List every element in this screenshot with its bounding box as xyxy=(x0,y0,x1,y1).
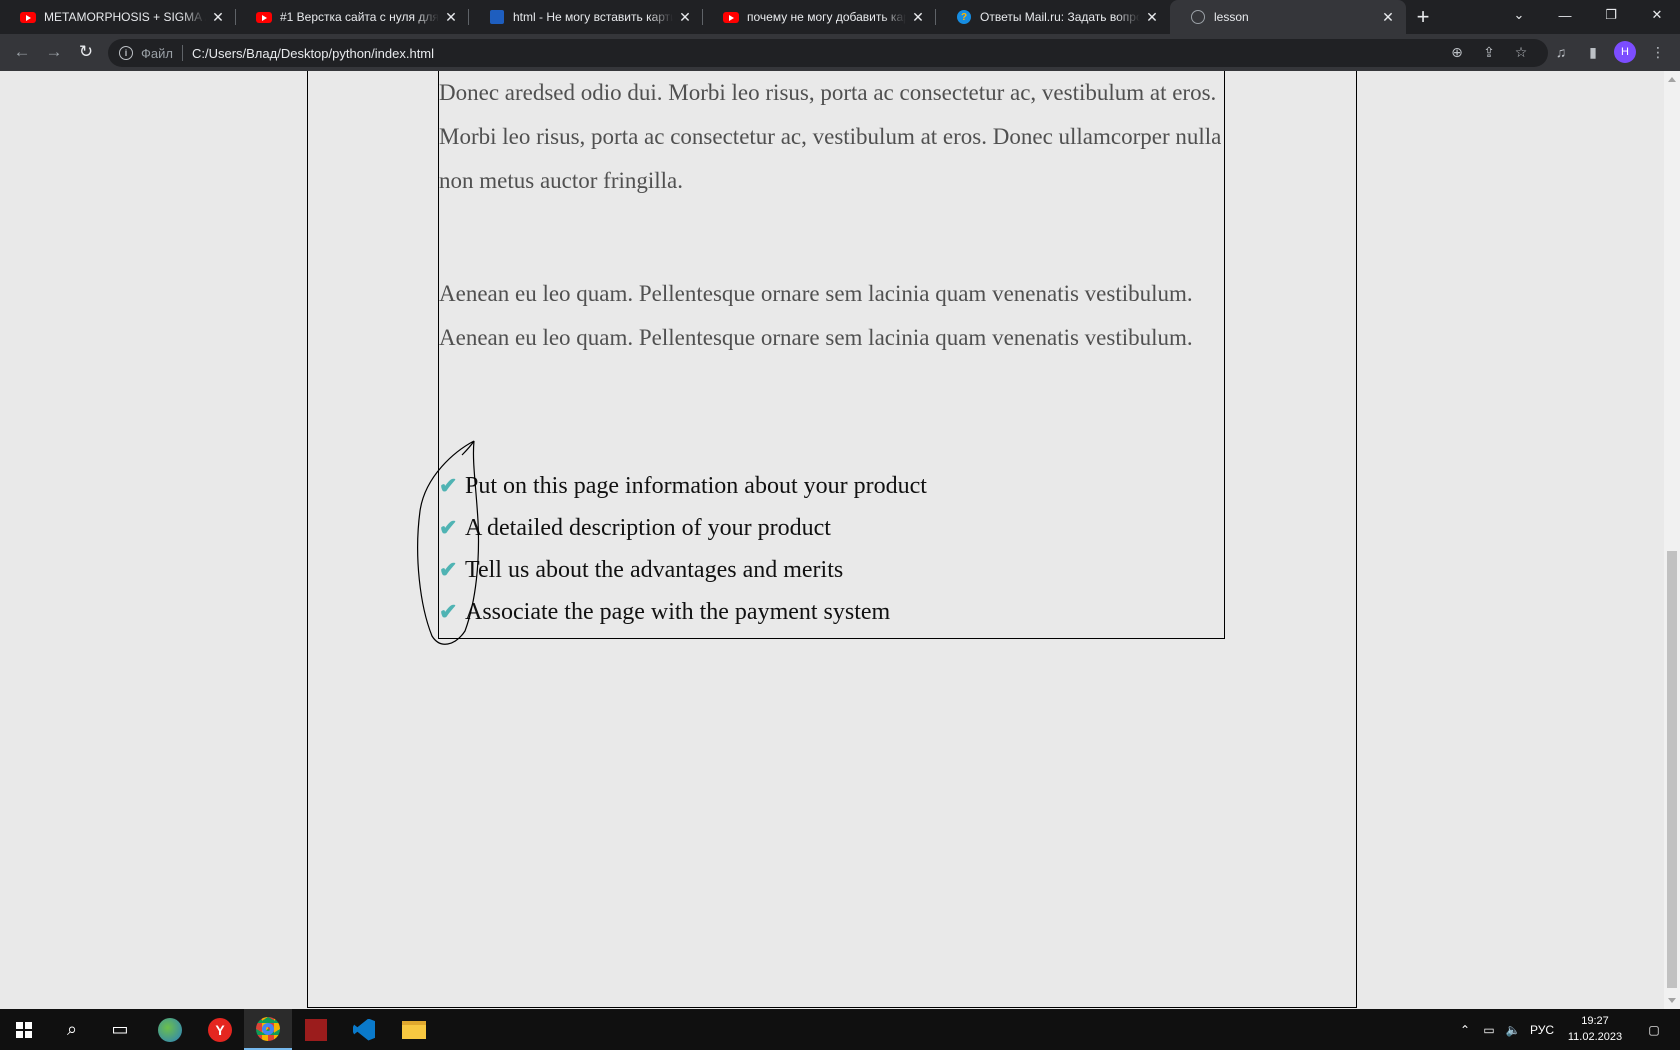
address-scheme-label: Файл xyxy=(141,45,173,61)
tab-title: Ответы Mail.ru: Задать вопрос xyxy=(980,10,1140,24)
feature-text: Associate the page with the payment syst… xyxy=(465,598,891,625)
close-icon[interactable]: ✕ xyxy=(443,9,459,25)
windows-logo-icon xyxy=(16,1021,32,1038)
window-close-button[interactable]: ✕ xyxy=(1634,0,1680,30)
site-info-icon[interactable]: i xyxy=(119,46,133,60)
tab-title: почему не могу добавить карт xyxy=(747,10,906,24)
paragraph-1: Donec aredsed odio dui. Morbi leo risus,… xyxy=(439,80,1222,193)
clock-date: 11.02.2023 xyxy=(1567,1031,1623,1043)
tab-title: METAMORPHOSIS + SIGMA // S xyxy=(44,10,206,24)
feature-list: ✔ Put on this page information about your… xyxy=(439,465,927,633)
tab-strip: METAMORPHOSIS + SIGMA // S ✕ #1 Верстка … xyxy=(0,0,1680,34)
checkmark-icon: ✔ xyxy=(439,515,458,540)
vscode-icon[interactable] xyxy=(340,1009,388,1050)
youtube-icon xyxy=(256,9,272,25)
list-item: ✔ Tell us about the advantages and merits xyxy=(439,549,927,591)
new-tab-button[interactable]: + xyxy=(1406,0,1440,34)
tab-title: #1 Верстка сайта с нуля для на xyxy=(280,10,439,24)
page-viewport: Donec aredsed odio dui. Morbi leo risus,… xyxy=(0,71,1664,1009)
side-panel-icon[interactable]: ▮ xyxy=(1583,42,1603,62)
volume-icon[interactable]: 🔈 xyxy=(1502,1009,1524,1050)
feature-text: A detailed description of your product xyxy=(465,514,831,541)
tab-metamorphosis[interactable]: METAMORPHOSIS + SIGMA // S ✕ xyxy=(0,0,236,34)
search-icon[interactable]: ⌕ xyxy=(48,1009,96,1050)
scroll-up-arrow-icon[interactable] xyxy=(1668,77,1676,82)
show-hidden-icons-icon[interactable]: ⌃ xyxy=(1454,1009,1476,1050)
bookmark-star-icon[interactable]: ☆ xyxy=(1511,42,1531,62)
yandex-browser-icon[interactable]: Y xyxy=(196,1009,244,1050)
close-icon[interactable]: ✕ xyxy=(910,9,926,25)
chrome-icon[interactable] xyxy=(244,1009,292,1050)
app-globe-icon[interactable] xyxy=(146,1009,194,1050)
tab-youtube-question[interactable]: почему не могу добавить карт ✕ xyxy=(703,0,936,34)
scroll-down-arrow-icon[interactable] xyxy=(1668,998,1676,1003)
feature-text: Put on this page information about your … xyxy=(465,472,927,499)
browser-toolbar: ← → ↻ i Файл C:/Users/Влад/Desktop/pytho… xyxy=(0,34,1680,71)
windows-taskbar: ⌕ ▭ Y ⌃ ▭ 🔈 РУС 19:27 11.02.2023 ▢ xyxy=(0,1009,1680,1050)
checkmark-icon: ✔ xyxy=(439,557,458,582)
list-item: ✔ Put on this page information about your… xyxy=(439,465,927,507)
menu-icon[interactable]: ⋮ xyxy=(1648,42,1668,62)
address-url[interactable]: C:/Users/Влад/Desktop/python/index.html xyxy=(192,46,434,61)
reload-button[interactable]: ↻ xyxy=(72,38,100,66)
youtube-icon xyxy=(20,9,36,25)
list-item: ✔ Associate the page with the payment sys… xyxy=(439,591,927,633)
minimize-button[interactable]: — xyxy=(1542,0,1588,30)
tab-stackoverflow[interactable]: html - Не могу вставить картин ✕ xyxy=(469,0,703,34)
tab-lesson[interactable]: lesson ✕ xyxy=(1170,0,1406,34)
tab-search-button[interactable]: ⌄ xyxy=(1496,0,1542,30)
paragraph-2: Aenean eu leo quam. Pellentesque ornare … xyxy=(439,281,1193,350)
checkmark-icon: ✔ xyxy=(439,473,458,498)
close-icon[interactable]: ✕ xyxy=(1380,9,1396,25)
feature-text: Tell us about the advantages and merits xyxy=(465,556,844,583)
globe-icon xyxy=(1190,9,1206,25)
zoom-icon[interactable]: ⊕ xyxy=(1447,42,1467,62)
network-icon[interactable]: ▭ xyxy=(1478,1009,1500,1050)
clock-time: 19:27 xyxy=(1581,1015,1609,1027)
tab-layout-tutorial[interactable]: #1 Верстка сайта с нуля для на ✕ xyxy=(236,0,469,34)
checkmark-icon: ✔ xyxy=(439,599,458,624)
profile-avatar[interactable]: H xyxy=(1614,41,1636,63)
list-item: ✔ A detailed description of your product xyxy=(439,507,927,549)
forward-button[interactable]: → xyxy=(40,38,68,66)
notification-icon[interactable]: ▢ xyxy=(1636,1009,1672,1050)
restore-button[interactable]: ❐ xyxy=(1588,0,1634,30)
dota-icon[interactable] xyxy=(292,1009,340,1050)
back-button[interactable]: ← xyxy=(8,38,36,66)
file-explorer-icon[interactable] xyxy=(390,1009,438,1050)
address-divider xyxy=(181,45,183,61)
share-icon[interactable]: ⇪ xyxy=(1479,42,1499,62)
address-bar[interactable]: i Файл C:/Users/Влад/Desktop/python/inde… xyxy=(108,39,1548,67)
vertical-scrollbar[interactable] xyxy=(1664,71,1680,1009)
task-view-icon[interactable]: ▭ xyxy=(96,1009,144,1050)
mailru-answers-icon: ? xyxy=(956,9,972,25)
clock[interactable]: 19:27 11.02.2023 xyxy=(1550,1013,1640,1045)
close-icon[interactable]: ✕ xyxy=(210,9,226,25)
media-controls-icon[interactable]: ♫ xyxy=(1551,42,1571,62)
tab-title: html - Не могу вставить картин xyxy=(513,10,673,24)
close-icon[interactable]: ✕ xyxy=(677,9,693,25)
tab-mailru-answers[interactable]: ? Ответы Mail.ru: Задать вопрос ✕ xyxy=(936,0,1170,34)
stackoverflow-icon xyxy=(489,9,505,25)
youtube-icon xyxy=(723,9,739,25)
start-button[interactable] xyxy=(0,1009,48,1050)
tab-title: lesson xyxy=(1214,10,1249,24)
close-icon[interactable]: ✕ xyxy=(1144,9,1160,25)
scrollbar-thumb[interactable] xyxy=(1667,551,1677,988)
